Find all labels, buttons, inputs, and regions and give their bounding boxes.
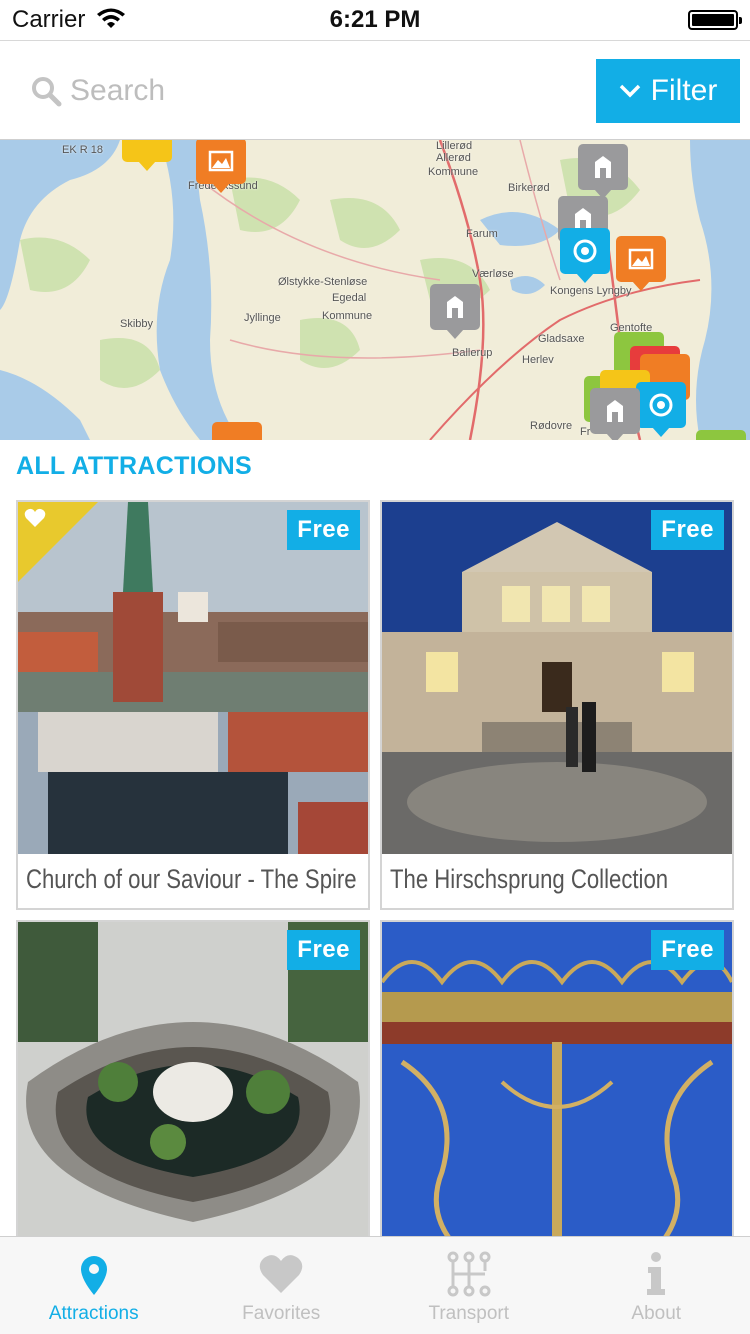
map-label: Jyllinge (244, 312, 281, 324)
attraction-card[interactable]: Free (380, 920, 734, 1250)
search-bar: Filter (0, 40, 750, 140)
map-pin-building[interactable] (578, 144, 628, 199)
map-pin-building[interactable] (430, 284, 480, 339)
tab-label: Attractions (48, 1303, 139, 1324)
tab-favorites[interactable]: Favorites (188, 1237, 376, 1334)
map-label: Farum (466, 228, 498, 240)
map-label: EK R 18 (62, 144, 103, 156)
search-field[interactable] (20, 63, 560, 119)
attraction-card[interactable]: Free The Hirschsprung Collection (380, 500, 734, 910)
search-icon (32, 77, 62, 107)
tab-bar: Attractions Favorites Transport About (0, 1236, 750, 1334)
map-label: Ølstykke-Stenløse (278, 276, 368, 288)
map-label: Ballerup (452, 347, 493, 359)
picture-icon (208, 150, 234, 172)
section-title: ALL ATTRACTIONS (16, 452, 252, 480)
free-badge: Free (651, 930, 724, 970)
building-icon (607, 400, 623, 422)
free-badge: Free (287, 930, 360, 970)
map-label: Lillerød (436, 140, 473, 152)
map-label: Skibby (120, 318, 154, 330)
filter-label: Filter (650, 74, 718, 107)
map-label: Rødovre (530, 420, 573, 432)
heart-icon (24, 508, 46, 527)
map-pin[interactable] (122, 140, 172, 171)
map-label: Birkerød (508, 182, 550, 194)
attraction-image (382, 922, 732, 1248)
attraction-image (382, 502, 732, 854)
attraction-card[interactable]: Free Church of our Saviour - The Spire (16, 500, 370, 910)
map-pin-art[interactable] (616, 236, 666, 291)
building-icon (595, 156, 611, 178)
map-pin-icon (80, 1256, 107, 1295)
map-label: Kongens Lyngby (550, 285, 632, 297)
tab-label: Favorites (242, 1303, 321, 1324)
tab-attractions[interactable]: Attractions (0, 1237, 188, 1334)
tab-transport[interactable]: Transport (375, 1237, 563, 1334)
status-bar: Carrier 6:21 PM (0, 0, 750, 40)
target-icon (573, 239, 597, 263)
tab-label: Transport (428, 1303, 510, 1324)
map-view[interactable]: EK R 18 Frederikssund Lillerød Allerød K… (0, 140, 750, 440)
chevron-down-icon (619, 84, 640, 98)
free-badge: Free (651, 510, 724, 550)
picture-icon (628, 248, 654, 270)
map-label: Egedal (332, 292, 367, 304)
map-pin-art[interactable] (196, 140, 246, 193)
map-label: Herlev (522, 354, 554, 366)
target-icon (649, 393, 673, 417)
transport-icon (447, 1251, 491, 1297)
attraction-card[interactable]: Free (16, 920, 370, 1250)
map-label: Gladsaxe (538, 333, 585, 345)
filter-button[interactable]: Filter (596, 59, 740, 123)
map-label: Værløse (472, 268, 514, 280)
map-label: Fr (580, 426, 591, 438)
building-icon (447, 296, 463, 318)
status-time: 6:21 PM (329, 6, 421, 33)
map-label: Allerød (436, 152, 471, 164)
attraction-image (18, 922, 368, 1248)
tab-label: About (631, 1303, 682, 1324)
map-pin-building[interactable] (590, 388, 640, 440)
attraction-title: The Hirschsprung Collection (390, 864, 669, 894)
info-icon (647, 1252, 666, 1295)
map-label: Kommune (428, 166, 479, 178)
free-badge: Free (287, 510, 360, 550)
battery-icon (688, 10, 742, 30)
search-input[interactable] (70, 69, 550, 113)
tab-about[interactable]: About (563, 1237, 750, 1334)
map-pin-sight[interactable] (636, 382, 686, 437)
map-pin-sight[interactable] (560, 228, 610, 283)
attraction-title: Church of our Saviour - The Spire (26, 864, 357, 894)
map-pin[interactable] (212, 422, 262, 440)
map-label: Kommune (322, 310, 373, 322)
map-pin[interactable] (696, 430, 746, 440)
heart-icon (259, 1255, 303, 1293)
